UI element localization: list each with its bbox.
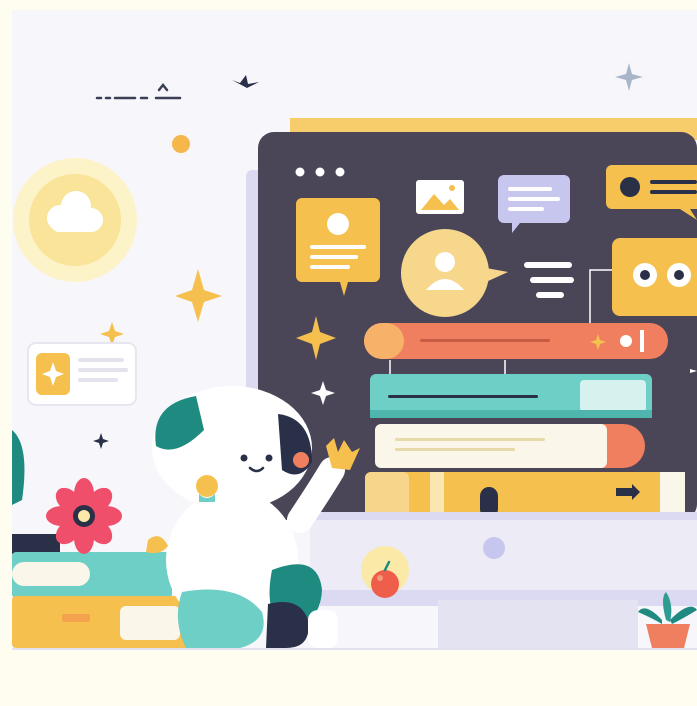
desk-knob	[483, 537, 505, 559]
window-dots	[295, 167, 345, 177]
robot-badge	[196, 475, 218, 497]
robot-eye	[240, 454, 248, 462]
floor-line	[12, 648, 697, 650]
illustration	[0, 0, 697, 706]
left-info-card	[27, 342, 137, 406]
user-icon	[435, 252, 455, 272]
robot-cheek	[293, 452, 309, 468]
robot-eye	[265, 454, 273, 462]
user-icon	[327, 213, 349, 235]
avatar-icon	[620, 177, 640, 197]
illustration-frame	[0, 0, 697, 706]
sun-dot	[172, 135, 190, 153]
profile-card	[296, 198, 380, 296]
image-icon	[416, 180, 464, 214]
robot-face-card	[612, 238, 697, 316]
